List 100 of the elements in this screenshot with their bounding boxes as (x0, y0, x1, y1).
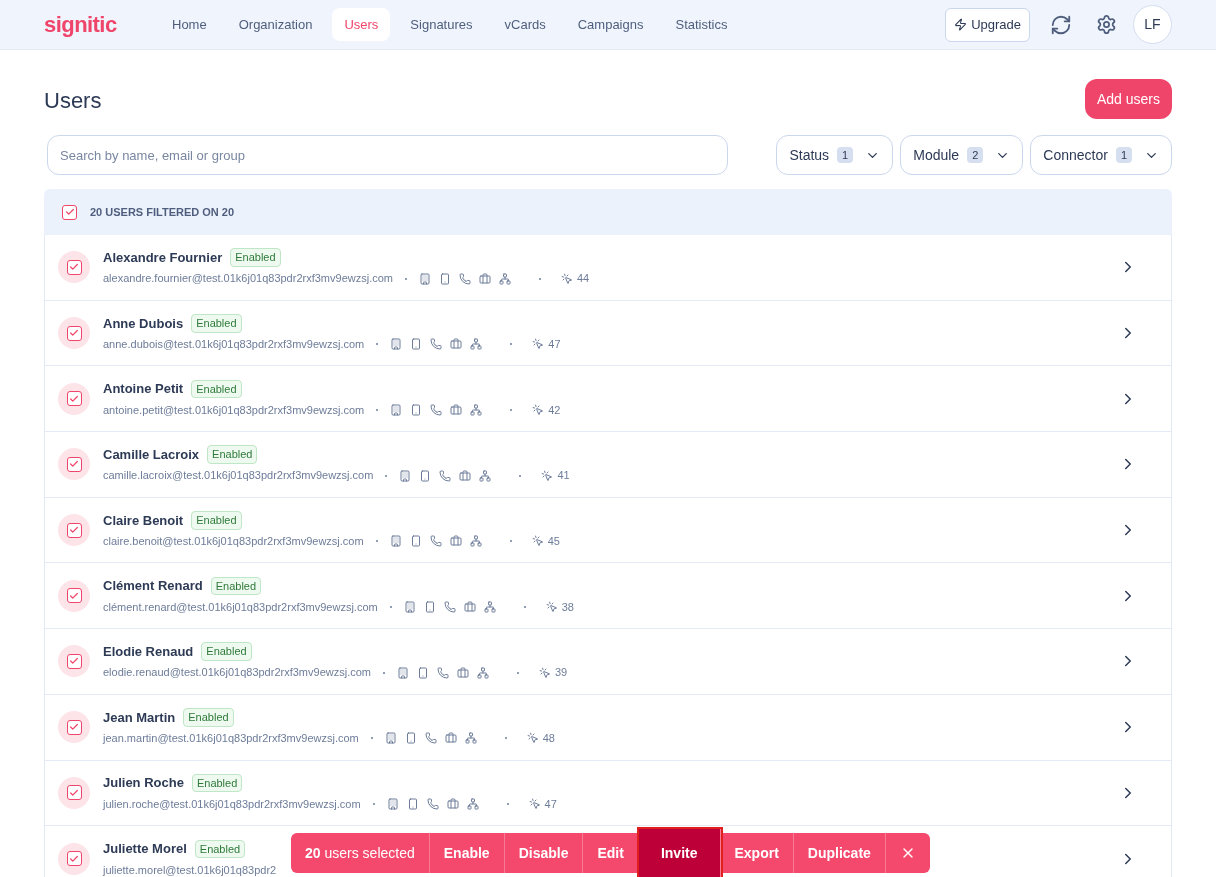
user-row[interactable]: Jean Martin Enabled jean.martin@test.01k6j01q83pdr2rxf3mv9ewzsj.com 48 (45, 694, 1171, 761)
checkbox[interactable] (58, 842, 90, 875)
status-badge: Enabled (183, 708, 234, 727)
briefcase-icon (444, 732, 457, 745)
action-button[interactable]: Disable (504, 833, 584, 873)
building-icon (390, 403, 403, 416)
nav-tab[interactable]: Organization (226, 7, 325, 42)
click-icon (526, 732, 539, 745)
checkbox[interactable] (62, 204, 77, 220)
action-button[interactable]: Export (720, 833, 794, 873)
action-button[interactable]: Invite (638, 829, 721, 877)
user-name: Juliette Morel (103, 840, 187, 859)
briefcase-icon (450, 338, 463, 351)
status-badge: Enabled (191, 773, 243, 793)
click-count: 48 (542, 731, 555, 747)
network-icon (470, 338, 483, 351)
click-count: 44 (577, 271, 590, 287)
sync-icon[interactable] (1050, 13, 1072, 36)
briefcase-icon (459, 469, 472, 482)
briefcase-icon (479, 272, 491, 285)
user-row[interactable]: Alexandre Fournier Enabled alexandre.fournier@test.01k6j01q83pdr2rxf3mv9ewzsj.com 44 (45, 235, 1171, 301)
user-email: claire.benoit@test.01k6j01q83pdr2rxf3mv9ewzsj.com (103, 534, 364, 550)
user-row[interactable]: Anne Dubois Enabled anne.dubois@test.01k6j01q83pdr2rxf3mv9ewzsj.com 47 (45, 300, 1171, 367)
nav-tab[interactable]: Statistics (663, 7, 740, 42)
building-icon (389, 535, 402, 548)
checkbox[interactable] (58, 711, 90, 744)
nav-tab[interactable]: Signatures (398, 7, 485, 42)
checkbox[interactable] (58, 579, 90, 612)
lightning-icon (954, 18, 968, 31)
click-count: 38 (561, 599, 574, 615)
status-badge: Enabled (207, 445, 258, 464)
settings-icon[interactable] (1096, 14, 1117, 35)
click-icon (532, 403, 545, 416)
status-badge: Enabled (194, 839, 246, 859)
search-field[interactable]: Search by name, email or group (47, 135, 728, 175)
network-icon (469, 535, 482, 548)
user-row[interactable]: Claire Benoit Enabled claire.benoit@test.01k6j01q83pdr2rxf3mv9ewzsj.com 45 (45, 497, 1171, 564)
building-icon (384, 732, 397, 745)
user-name: Elodie Renaud (103, 642, 194, 661)
smartphone-icon (410, 338, 423, 351)
user-email: clément.renard@test.01k6j01q83pdr2rxf3mv9ewzsj.com (103, 599, 378, 615)
click-icon (532, 338, 545, 351)
user-name: Anne Dubois (103, 314, 184, 333)
user-email: juliette.morel@test.01k6j01q83pdr2 (103, 862, 277, 877)
checkbox[interactable] (58, 251, 90, 284)
user-name: Antoine Petit (103, 380, 184, 399)
upgrade-button[interactable]: Upgrade (945, 7, 1030, 42)
nav-tab[interactable]: Campaigns (565, 7, 656, 42)
network-icon (477, 666, 489, 679)
nav-tab[interactable]: Users (332, 7, 391, 42)
check-icon (69, 393, 79, 404)
phone-icon (430, 403, 443, 416)
checkbox[interactable] (58, 448, 90, 481)
building-icon (397, 666, 409, 679)
user-email: alexandre.fournier@test.01k6j01q83pdr2rxf3mv9ewzsj.com (103, 271, 393, 287)
checkbox[interactable] (58, 382, 90, 415)
phone-icon (424, 732, 437, 745)
user-row[interactable]: Antoine Petit Enabled antoine.petit@test.01k6j01q83pdr2rxf3mv9ewzsj.com 42 (45, 366, 1171, 433)
building-icon (399, 469, 412, 482)
filter-dropdown[interactable]: Status 1 (776, 135, 894, 175)
checkbox[interactable] (58, 514, 90, 547)
building-icon (390, 338, 403, 351)
phone-icon (430, 338, 443, 351)
network-icon (466, 798, 479, 811)
click-icon (545, 601, 558, 614)
user-row[interactable]: Julien Roche Enabled julien.roche@test.01k6j01q83pdr2rxf3mv9ewzsj.com 47 (45, 760, 1171, 827)
add-users-button[interactable]: Add users (1084, 79, 1172, 119)
building-icon (403, 601, 416, 614)
action-button[interactable]: Duplicate (793, 833, 886, 873)
check-icon (64, 207, 75, 217)
check-icon (69, 722, 79, 733)
phone-icon (426, 798, 439, 811)
check-icon (69, 262, 79, 273)
user-row[interactable]: Clément Renard Enabled clément.renard@test.01k6j01q83pdr2rxf3mv9ewzsj.com 38 (45, 563, 1171, 630)
checkbox[interactable] (58, 776, 90, 809)
building-icon (386, 798, 399, 811)
filter-dropdown[interactable]: Connector 1 (1030, 135, 1172, 175)
filter-dropdown[interactable]: Module 2 (900, 135, 1024, 175)
phone-icon (443, 601, 456, 614)
user-row[interactable]: Elodie Renaud Enabled elodie.renaud@test.01k6j01q83pdr2rxf3mv9ewzsj.com 39 (45, 629, 1171, 695)
checkbox[interactable] (58, 645, 90, 678)
nav-tab[interactable]: Home (160, 7, 219, 42)
network-icon (499, 272, 511, 285)
count-badge: 2 (967, 146, 984, 164)
smartphone-icon (409, 535, 422, 548)
action-button[interactable]: Enable (429, 833, 505, 873)
status-badge: Enabled (230, 248, 281, 267)
user-row[interactable]: Camille Lacroix Enabled camille.lacroix@test.01k6j01q83pdr2rxf3mv9ewzsj.com 41 (45, 432, 1171, 498)
click-count: 47 (544, 796, 557, 812)
phone-icon (437, 666, 449, 679)
checkbox[interactable] (58, 317, 90, 350)
check-icon (69, 787, 79, 798)
click-icon (541, 469, 554, 482)
check-icon (69, 853, 79, 864)
check-icon (69, 525, 79, 536)
avatar[interactable]: LF (1133, 5, 1172, 44)
nav-tab[interactable]: vCards (492, 7, 558, 42)
network-icon (483, 601, 496, 614)
status-badge: Enabled (191, 314, 242, 333)
user-name: Clément Renard (103, 577, 203, 596)
